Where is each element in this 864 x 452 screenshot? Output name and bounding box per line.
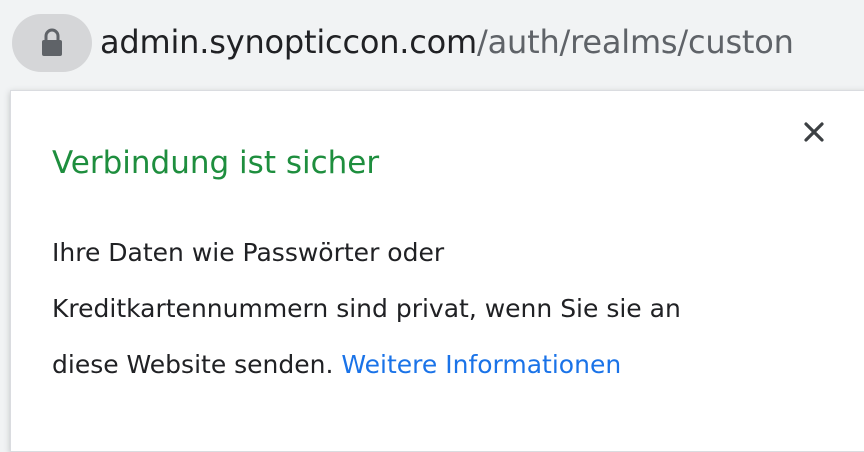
url-host: admin.synopticcon.com [100,23,478,61]
description-line-3: diese Website senden. Weitere Informatio… [52,337,852,393]
description-line-3-text: diese Website senden. [52,350,334,379]
popup-title: Verbindung ist sicher [52,145,380,181]
url-path: /auth/realms/custon [477,23,794,61]
site-info-button[interactable] [12,14,92,72]
address-bar[interactable]: admin.synopticcon.com/auth/realms/custon [0,0,864,86]
popup-description: Ihre Daten wie Passwörter oder Kreditkar… [52,225,852,393]
learn-more-link[interactable]: Weitere Informationen [341,350,621,379]
description-line-1: Ihre Daten wie Passwörter oder [52,238,445,267]
close-icon[interactable] [796,114,832,150]
lock-icon [42,28,62,56]
description-line-2: Kreditkartennummern sind privat, wenn Si… [52,294,681,323]
url-text[interactable]: admin.synopticcon.com/auth/realms/custon [100,20,794,64]
